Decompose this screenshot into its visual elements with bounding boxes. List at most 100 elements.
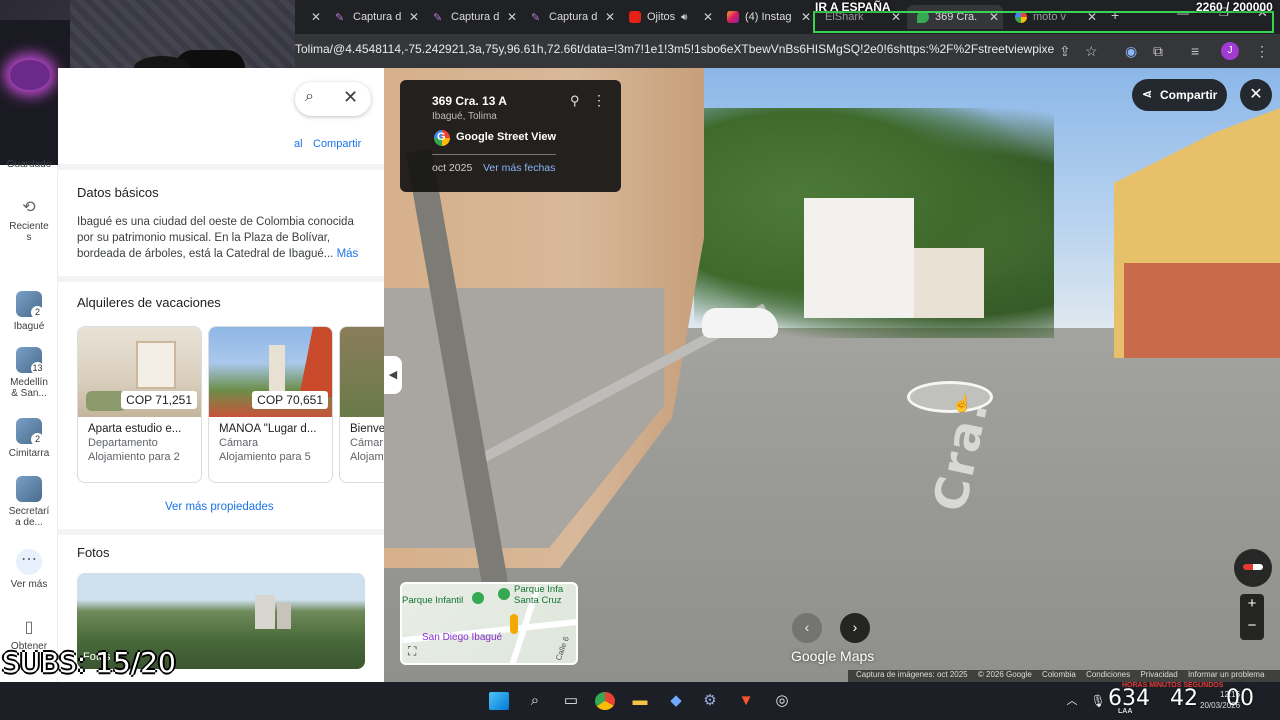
menu-kebab-icon[interactable]: ⋮ xyxy=(1255,43,1269,60)
rental-capacity: Alojam xyxy=(350,451,384,463)
rail-ibague[interactable]: 2 Ibagué xyxy=(0,291,58,332)
hand-cursor-icon: ☝ xyxy=(952,396,972,413)
countdown-labels: HORAS MINUTOS SEGUNDOS xyxy=(1122,682,1224,689)
next-arrow-button[interactable]: › xyxy=(840,613,870,643)
rental-photo: C xyxy=(340,327,384,417)
close-icon[interactable]: ✕ xyxy=(507,10,517,24)
house xyxy=(804,198,914,318)
rail-label: Secretarí a de... xyxy=(8,506,50,528)
close-icon[interactable]: ✕ xyxy=(605,10,615,24)
share-button[interactable]: ⋖ Compartir xyxy=(1132,79,1227,111)
bookmark-star-icon[interactable]: ☆ xyxy=(1085,43,1098,60)
pegman-icon xyxy=(510,614,518,634)
obs-icon[interactable]: ◎ xyxy=(772,692,792,710)
youtube-icon xyxy=(629,11,641,23)
action-partial-label: al xyxy=(294,138,303,150)
google-maps-logo: Google Maps xyxy=(791,648,875,664)
more-dots-icon: ⋯ xyxy=(16,549,42,575)
tab-captura-3[interactable]: ✎ Captura d ✕ xyxy=(521,5,619,29)
extensions-icon[interactable]: ⧉ xyxy=(1153,43,1163,60)
address-city: Ibagué, Tolima xyxy=(432,111,497,122)
street-view[interactable]: Cra. ☝ ◀ 369 Cra. 13 A Ibagué, Tolima ⚲ … xyxy=(384,68,1280,682)
rental-card[interactable]: COP 71,251 Aparta estudio e... Departame… xyxy=(77,326,202,483)
tab-label: (4) Instag xyxy=(745,11,792,23)
close-icon[interactable]: ✕ xyxy=(409,10,419,24)
windows-start-icon[interactable] xyxy=(489,692,509,710)
rental-capacity: Alojamiento para 2 xyxy=(88,451,180,463)
rgb-light xyxy=(10,60,50,90)
rail-label: Reciente s xyxy=(9,221,49,243)
rail-saved[interactable]: Guardado xyxy=(0,159,58,170)
tab-instagram[interactable]: (4) Instag ✕ xyxy=(717,5,815,29)
parked-car xyxy=(702,308,778,338)
close-icon[interactable]: ✕ xyxy=(311,10,321,24)
rental-card[interactable]: COP 70,651 MANOA "Lugar d... Cámara Aloj… xyxy=(208,326,333,483)
close-icon[interactable]: ✕ xyxy=(343,87,358,108)
close-icon[interactable]: ✕ xyxy=(703,10,713,24)
address-title: 369 Cra. 13 A xyxy=(432,94,507,108)
file-explorer-icon[interactable]: ▬ xyxy=(630,692,650,710)
tray-label: LAA xyxy=(1118,708,1133,715)
search-icon[interactable]: ⌕ xyxy=(525,692,545,710)
taskbar: ⌕ ▭ ▬ ◆ ⚙ ▼ ◎ ︿ 🎙︎ 634 LAA 42 00 HORAS M… xyxy=(0,682,1280,720)
zoom-out-button[interactable]: − xyxy=(1240,617,1264,634)
zoom-in-button[interactable]: + xyxy=(1240,595,1264,612)
steam-icon[interactable]: ⚙ xyxy=(700,692,720,710)
rental-photo: COP 71,251 xyxy=(78,327,201,417)
rail-cimitarra[interactable]: 2 Cimitarra xyxy=(0,418,58,459)
compass-icon[interactable] xyxy=(1234,549,1272,587)
mini-map[interactable]: Parque Infantil Parque Infa Santa Cruz S… xyxy=(400,582,578,665)
close-icon[interactable]: ✕ xyxy=(801,10,811,24)
search-icon[interactable]: ⌕ xyxy=(305,88,314,106)
expand-icon[interactable]: ⛶ xyxy=(408,644,416,659)
collapse-panel-button[interactable]: ◀ xyxy=(384,356,402,394)
chrome-icon[interactable] xyxy=(595,692,615,710)
mic-icon[interactable]: 🎙︎ xyxy=(1088,692,1108,710)
more-vert-icon[interactable]: ⋮ xyxy=(592,92,606,109)
previous-arrow-button[interactable]: ‹ xyxy=(792,613,822,643)
rail-medellin[interactable]: 13 Medellín & San... xyxy=(0,347,58,399)
map-label: Parque Infantil xyxy=(402,595,464,606)
tab-youtube[interactable]: Ojitos 🔊︎ ✕ xyxy=(619,5,717,29)
rail-recents[interactable]: ⟲ Reciente s xyxy=(0,197,58,243)
rental-type: Cámara xyxy=(219,437,259,449)
rental-card[interactable]: C Bienve Cámar Alojam xyxy=(339,326,384,483)
history-icon: ⟲ xyxy=(22,199,36,216)
rail-secretaria[interactable]: Secretarí a de... xyxy=(0,476,58,528)
google-icon xyxy=(434,130,450,146)
rail-label: Ibagué xyxy=(13,321,45,332)
rail-label: Guardado xyxy=(6,159,52,170)
media-icon[interactable]: ≡ xyxy=(1191,43,1199,59)
tab-label: Captura d xyxy=(451,11,500,23)
more-properties-link[interactable]: Ver más propiedades xyxy=(165,501,274,513)
cast-icon[interactable]: ◉ xyxy=(1125,43,1137,60)
screen: ✕ ✎ Captura d ✕ ✎ Captura d ✕ ✎ Captura … xyxy=(0,0,1280,720)
park-pin-icon xyxy=(498,588,510,600)
url-field[interactable]: Tolima/@4.4548114,-75.242921,3a,75y,96.6… xyxy=(295,42,1055,56)
tab-close-area[interactable]: ✕ xyxy=(295,5,325,29)
place-thumbnail: 13 xyxy=(16,347,44,375)
tab-captura-1[interactable]: ✎ Captura d ✕ xyxy=(325,5,423,29)
profile-avatar[interactable]: J xyxy=(1221,42,1239,60)
location-card: 369 Cra. 13 A Ibagué, Tolima ⚲ ⋮ Google … xyxy=(400,80,621,192)
install-icon[interactable]: ⇪ xyxy=(1059,43,1071,60)
rail-more[interactable]: ⋯ Ver más xyxy=(0,549,58,590)
rental-price: COP 70,651 xyxy=(252,391,328,409)
close-streetview-button[interactable]: ✕ xyxy=(1240,79,1272,111)
building-right-lower xyxy=(1124,263,1280,358)
speaker-icon[interactable]: 🔊︎ xyxy=(681,12,687,23)
place-thumbnail: 2 xyxy=(16,291,44,319)
rental-price: COP 71,251 xyxy=(121,391,197,409)
app-icon[interactable]: ◆ xyxy=(666,692,686,710)
house xyxy=(914,248,984,318)
task-view-icon[interactable]: ▭ xyxy=(561,692,581,710)
share-action[interactable]: Compartir xyxy=(313,138,361,150)
location-pin-icon[interactable]: ⚲ xyxy=(570,93,580,109)
brave-icon[interactable]: ▼ xyxy=(736,692,756,710)
more-link[interactable]: Más xyxy=(337,248,359,260)
tab-captura-2[interactable]: ✎ Captura d ✕ xyxy=(423,5,521,29)
place-thumbnail: 2 xyxy=(16,418,44,446)
tray-chevron-icon[interactable]: ︿ xyxy=(1062,692,1082,710)
map-label: Parque Infa Santa Cruz xyxy=(514,584,564,606)
more-dates-link[interactable]: Ver más fechas xyxy=(483,162,555,174)
